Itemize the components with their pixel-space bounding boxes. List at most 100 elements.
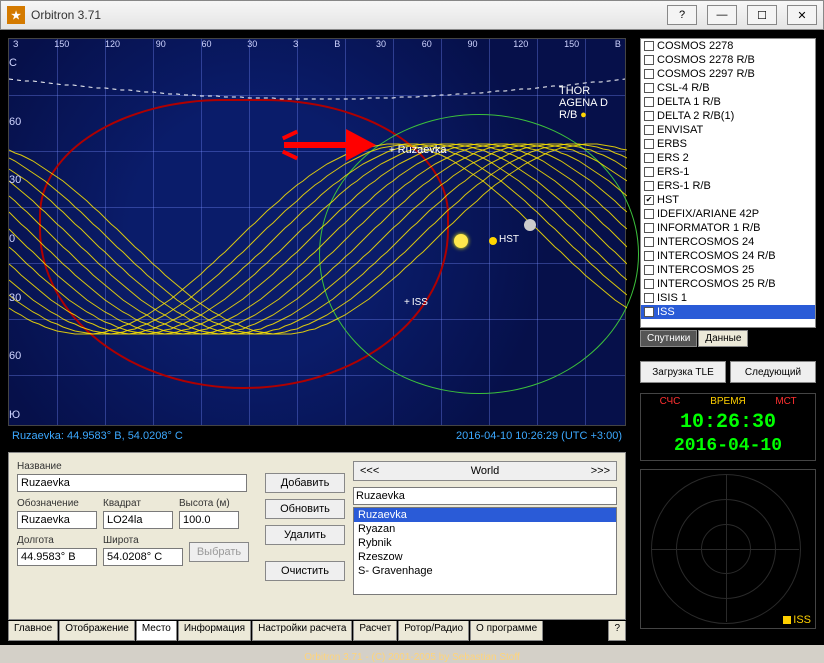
satellite-checkbox[interactable] [644, 293, 654, 303]
satellite-row[interactable]: DELTA 1 R/B [641, 95, 815, 109]
latitude-label: Широта [103, 535, 183, 546]
satellite-checkbox[interactable] [644, 181, 654, 191]
satellite-row[interactable]: ERBS [641, 137, 815, 151]
add-button[interactable]: Добавить [265, 473, 345, 493]
satellite-name: COSMOS 2278 [657, 40, 733, 52]
right-tabs: Спутники Данные [640, 330, 816, 347]
name-input[interactable] [17, 474, 247, 492]
clear-button[interactable]: Очистить [265, 561, 345, 581]
delete-button[interactable]: Удалить [265, 525, 345, 545]
satellite-checkbox[interactable]: ✔ [644, 195, 654, 205]
latitude-input[interactable] [103, 548, 183, 566]
app-icon: ★ [7, 6, 25, 24]
tab-help[interactable]: ? [608, 621, 626, 641]
tab-6[interactable]: Ротор/Радио [398, 621, 469, 641]
satellite-row[interactable]: INTERCOSMOS 24 [641, 235, 815, 249]
satellite-row[interactable]: ENVISAT [641, 123, 815, 137]
clock-cch[interactable]: СЧС [641, 394, 699, 409]
satellite-row[interactable]: INTERCOSMOS 25 R/B [641, 277, 815, 291]
location-search[interactable] [353, 487, 617, 505]
satellite-checkbox[interactable] [644, 83, 654, 93]
satellite-row[interactable]: DELTA 2 R/B(1) [641, 109, 815, 123]
satellite-row[interactable]: INTERCOSMOS 24 R/B [641, 249, 815, 263]
satellite-checkbox[interactable] [644, 111, 654, 121]
station-label: + Ruzaevka [389, 144, 447, 156]
satellite-row[interactable]: ERS-1 R/B [641, 179, 815, 193]
satellite-checkbox[interactable] [644, 69, 654, 79]
satellite-name: ERS-1 R/B [657, 180, 711, 192]
longitude-input[interactable] [17, 548, 97, 566]
satellite-row[interactable]: IDEFIX/ARIANE 42P [641, 207, 815, 221]
location-item[interactable]: Ryazan [354, 522, 616, 536]
tab-satellites[interactable]: Спутники [640, 330, 697, 347]
location-item[interactable]: Ruzaevka [354, 508, 616, 522]
satellite-row[interactable]: INFORMATOR 1 R/B [641, 221, 815, 235]
square-input[interactable] [103, 511, 173, 529]
satellite-checkbox[interactable]: ✔ [644, 307, 654, 317]
satellite-name: DELTA 1 R/B [657, 96, 721, 108]
satellite-checkbox[interactable] [644, 153, 654, 163]
satellite-checkbox[interactable] [644, 125, 654, 135]
satellite-row[interactable]: ✔HST [641, 193, 815, 207]
satellite-row[interactable]: INTERCOSMOS 25 [641, 263, 815, 277]
satellite-checkbox[interactable] [644, 41, 654, 51]
satellite-name: CSL-4 R/B [657, 82, 710, 94]
world-map[interactable]: З150120906030ЗВ306090120150В С603003060Ю… [8, 38, 626, 426]
load-tle-button[interactable]: Загрузка TLE [640, 361, 726, 383]
latitude-ruler: С603003060Ю [9, 53, 27, 425]
world-label: World [471, 465, 500, 477]
satellite-row[interactable]: ERS-1 [641, 165, 815, 179]
world-prev[interactable]: <<< [360, 465, 379, 477]
satellite-row[interactable]: CSL-4 R/B [641, 81, 815, 95]
close-button[interactable]: ✕ [787, 5, 817, 25]
location-item[interactable]: Rybnik [354, 536, 616, 550]
satellite-checkbox[interactable] [644, 223, 654, 233]
satellite-name: DELTA 2 R/B(1) [657, 110, 734, 122]
square-label: Квадрат [103, 498, 173, 509]
satellite-row[interactable]: ✔ISS [641, 305, 815, 319]
satellite-name: HST [657, 194, 679, 206]
world-next[interactable]: >>> [591, 465, 610, 477]
next-button[interactable]: Следующий [730, 361, 816, 383]
tab-0[interactable]: Главное [8, 621, 58, 641]
satellite-row[interactable]: ISIS 1 [641, 291, 815, 305]
clock-mct[interactable]: МСТ [757, 394, 815, 409]
bottom-tabs: ГлавноеОтображениеМестоИнформацияНастрой… [8, 621, 626, 641]
satellite-checkbox[interactable] [644, 55, 654, 65]
tab-data[interactable]: Данные [698, 330, 748, 347]
satellite-checkbox[interactable] [644, 167, 654, 177]
map-status-bar: Ruzaevka: 44.9583° B, 54.0208° C 2016-04… [8, 430, 626, 446]
clock-time: 10:26:30 [641, 409, 815, 436]
tab-3[interactable]: Информация [178, 621, 251, 641]
satellite-checkbox[interactable] [644, 237, 654, 247]
satellite-checkbox[interactable] [644, 251, 654, 261]
location-item[interactable]: S- Gravenhage [354, 564, 616, 578]
satellite-name: ISIS 1 [657, 292, 687, 304]
satellite-checkbox[interactable] [644, 209, 654, 219]
altitude-input[interactable] [179, 511, 239, 529]
location-item[interactable]: Rzeszow [354, 550, 616, 564]
designation-input[interactable] [17, 511, 97, 529]
satellite-checkbox[interactable] [644, 97, 654, 107]
radar-panel[interactable]: ISS [640, 469, 816, 629]
clock-time-label[interactable]: ВРЕМЯ [699, 394, 757, 409]
select-button: Выбрать [189, 542, 249, 562]
maximize-button[interactable]: ☐ [747, 5, 777, 25]
location-list[interactable]: RuzaevkaRyazanRybnikRzeszowS- Gravenhage [353, 507, 617, 595]
minimize-button[interactable]: — [707, 5, 737, 25]
tab-5[interactable]: Расчет [353, 621, 397, 641]
tab-1[interactable]: Отображение [59, 621, 135, 641]
satellite-row[interactable]: COSMOS 2278 R/B [641, 53, 815, 67]
tab-2[interactable]: Место [136, 621, 177, 641]
satellite-checkbox[interactable] [644, 139, 654, 149]
refresh-button[interactable]: Обновить [265, 499, 345, 519]
tab-7[interactable]: О программе [470, 621, 543, 641]
satellite-checkbox[interactable] [644, 265, 654, 275]
satellite-checkbox[interactable] [644, 279, 654, 289]
satellite-row[interactable]: COSMOS 2278 [641, 39, 815, 53]
help-button[interactable]: ? [667, 5, 697, 25]
satellite-row[interactable]: COSMOS 2297 R/B [641, 67, 815, 81]
tab-4[interactable]: Настройки расчета [252, 621, 352, 641]
satellite-row[interactable]: ERS 2 [641, 151, 815, 165]
satellite-list[interactable]: COSMOS 2278COSMOS 2278 R/BCOSMOS 2297 R/… [640, 38, 816, 328]
